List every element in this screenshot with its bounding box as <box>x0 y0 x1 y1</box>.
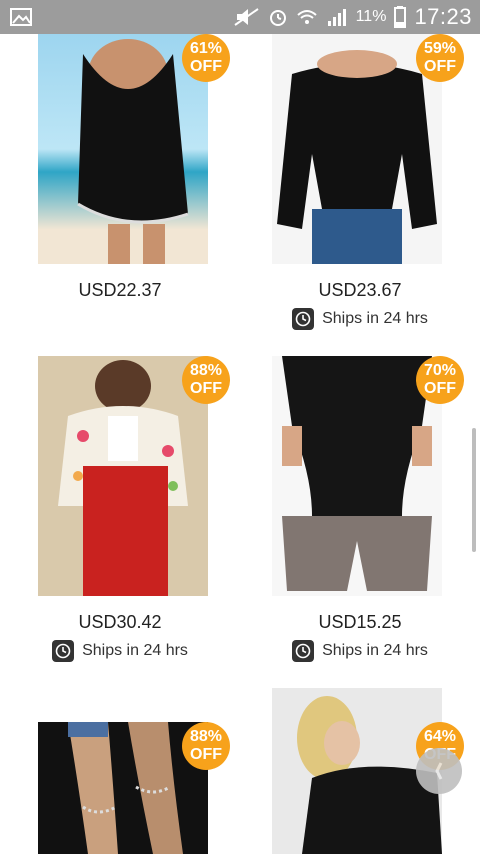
discount-percent: 88% <box>189 362 223 379</box>
battery-percent: 11% <box>355 8 387 25</box>
discount-percent: 61% <box>189 40 223 57</box>
mute-icon <box>234 7 260 27</box>
discount-percent: 59% <box>423 40 457 57</box>
ships-info: Ships in 24 hrs <box>240 640 480 662</box>
product-image[interactable] <box>272 34 442 264</box>
ships-info: Ships in 24 hrs <box>240 308 480 330</box>
clock-time: 17:23 <box>414 4 472 29</box>
discount-off: OFF <box>424 58 456 75</box>
discount-off: OFF <box>190 58 222 75</box>
discount-percent: 64% <box>423 728 457 745</box>
ships-label: Ships in 24 hrs <box>322 642 428 659</box>
discount-badge: 70% OFF <box>416 356 464 404</box>
battery-icon <box>394 6 407 28</box>
product-grid: 61% OFF USD22.37 59% OFF USD23.67 Ships … <box>0 34 480 854</box>
arrow-icon <box>435 762 443 780</box>
discount-badge: 61% OFF <box>182 34 230 82</box>
product-image[interactable] <box>38 34 208 264</box>
discount-off: OFF <box>190 380 222 397</box>
gallery-icon <box>10 8 32 26</box>
product-price: USD23.67 <box>318 280 402 300</box>
ships-label: Ships in 24 hrs <box>322 310 428 327</box>
discount-percent: 88% <box>189 728 223 745</box>
shapewear-figure <box>282 356 432 591</box>
clock-icon <box>292 308 315 330</box>
product-price: USD15.25 <box>318 612 402 632</box>
discount-badge: 88% OFF <box>182 722 230 770</box>
swimsuit-figure <box>77 39 189 264</box>
discount-off: OFF <box>190 746 222 763</box>
floating-button[interactable] <box>416 748 462 794</box>
discount-off: OFF <box>424 380 456 397</box>
clock-icon <box>292 640 315 662</box>
ships-label: Ships in 24 hrs <box>82 642 188 659</box>
clock-icon <box>52 640 75 662</box>
off-shoulder-top-figure <box>277 50 437 264</box>
wifi-icon <box>296 7 318 27</box>
product-image[interactable] <box>272 356 442 596</box>
alarm-icon <box>268 7 288 27</box>
product-card[interactable]: 59% OFF USD23.67 Ships in 24 hrs <box>240 34 480 334</box>
discount-badge: 59% OFF <box>416 34 464 82</box>
discount-badge: 88% OFF <box>182 356 230 404</box>
status-bar: 11% 17:23 <box>0 0 480 34</box>
product-price: USD22.37 <box>78 280 162 300</box>
ships-info: Ships in 24 hrs <box>0 640 240 662</box>
product-image[interactable] <box>38 356 208 596</box>
product-card[interactable]: 88% OFF <box>0 688 240 854</box>
discount-percent: 70% <box>423 362 457 379</box>
product-card[interactable]: 88% OFF USD30.42 Ships in 24 hrs <box>0 356 240 686</box>
floral-blazer-figure <box>58 360 188 596</box>
signal-icon <box>326 7 348 27</box>
scrollbar[interactable] <box>472 428 476 552</box>
product-card[interactable]: 70% OFF USD15.25 Ships in 24 hrs <box>240 356 480 686</box>
product-price: USD30.42 <box>78 612 162 632</box>
product-card[interactable]: 61% OFF USD22.37 <box>0 34 240 334</box>
